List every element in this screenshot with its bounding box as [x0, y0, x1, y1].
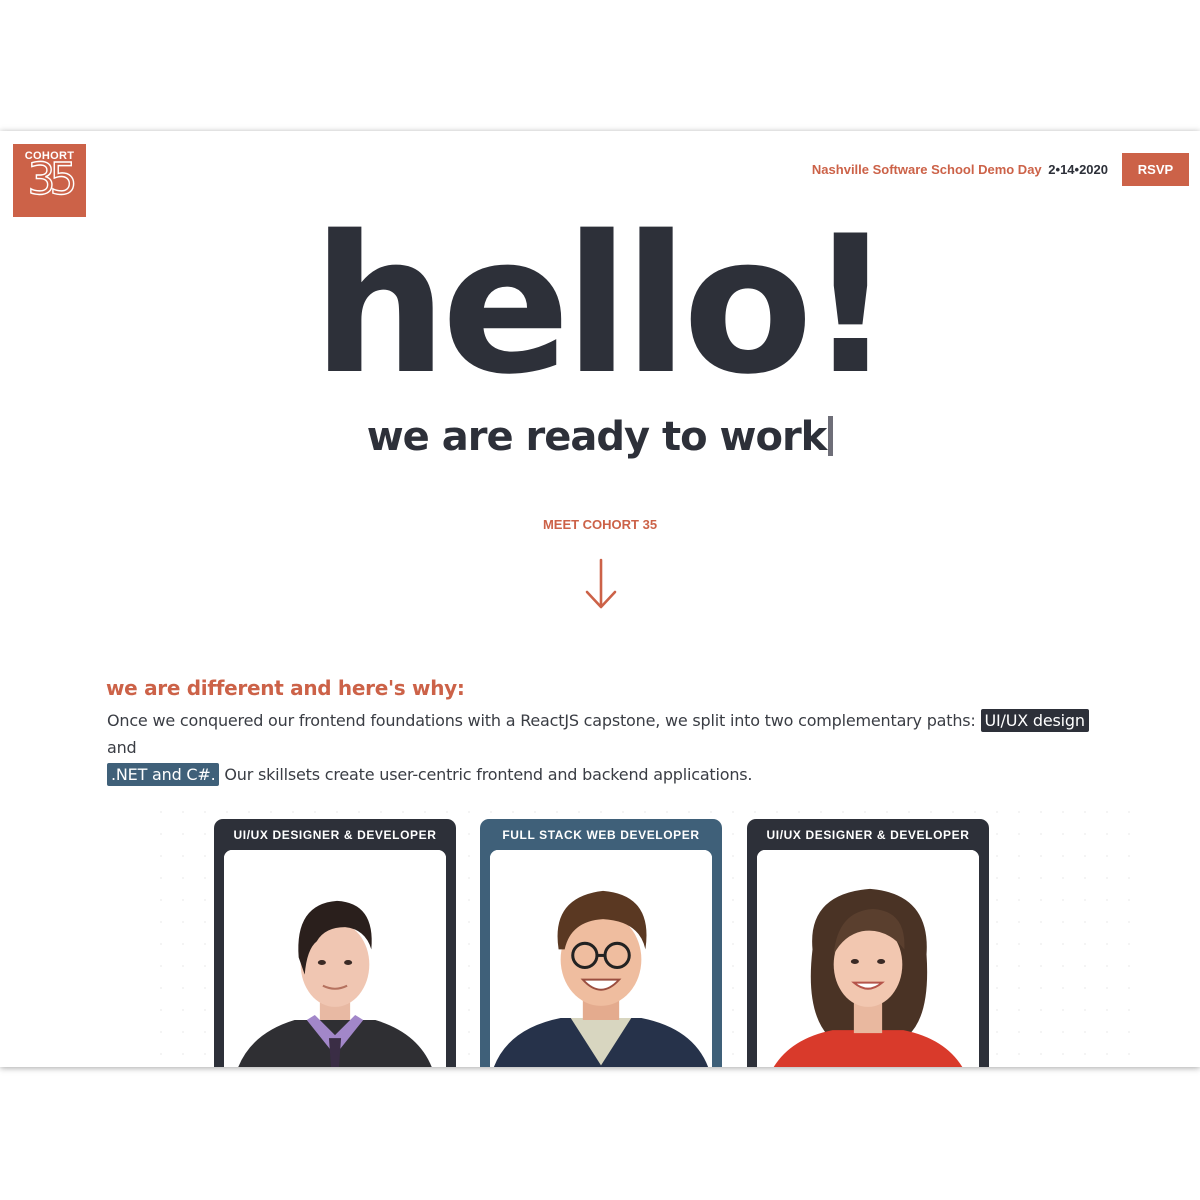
- why-text-2: and: [107, 738, 137, 757]
- why-heading: we are different and here's why:: [106, 676, 465, 700]
- event-name: Nashville Software School Demo Day: [811, 162, 1042, 177]
- profile-card-3[interactable]: UI/UX DESIGNER & DEVELOPER: [747, 819, 989, 1067]
- card-role: UI/UX DESIGNER & DEVELOPER: [766, 828, 970, 842]
- profile-photo: [224, 850, 446, 1067]
- why-paragraph: Once we conquered our frontend foundatio…: [107, 707, 1107, 788]
- highlight-dotnet: .NET and C#.: [107, 763, 220, 786]
- hero-title: hello!: [312, 195, 894, 416]
- page-frame: COHORT 35 Nashville Software School Demo…: [0, 131, 1200, 1067]
- profile-card-2[interactable]: FULL STACK WEB DEVELOPER: [480, 819, 722, 1067]
- profile-photo: [490, 850, 712, 1067]
- why-text-1: Once we conquered our frontend foundatio…: [107, 711, 981, 730]
- rsvp-button[interactable]: RSVP: [1122, 153, 1189, 186]
- meet-cohort-link[interactable]: MEET COHORT 35: [0, 517, 1200, 532]
- event-info: Nashville Software School Demo Day 2•14•…: [812, 162, 1108, 177]
- person-photo-3: [757, 850, 979, 1067]
- card-role: UI/UX DESIGNER & DEVELOPER: [233, 828, 437, 842]
- card-role: FULL STACK WEB DEVELOPER: [502, 828, 700, 842]
- hero-tagline: we are ready to work: [0, 414, 1200, 460]
- why-text-3: Our skillsets create user-centric fronte…: [219, 765, 753, 784]
- typing-cursor: [828, 416, 834, 456]
- logo-number: 35: [27, 154, 78, 205]
- profile-photo: [757, 850, 979, 1067]
- profile-card-1[interactable]: UI/UX DESIGNER & DEVELOPER: [214, 819, 456, 1067]
- tagline-text: we are ready to work: [366, 414, 828, 460]
- event-date: 2•14•2020: [1048, 162, 1108, 177]
- person-photo-2: [490, 850, 712, 1067]
- arrow-down-icon[interactable]: [584, 558, 618, 612]
- highlight-uiux: UI/UX design: [980, 709, 1089, 732]
- person-photo-1: [224, 850, 446, 1067]
